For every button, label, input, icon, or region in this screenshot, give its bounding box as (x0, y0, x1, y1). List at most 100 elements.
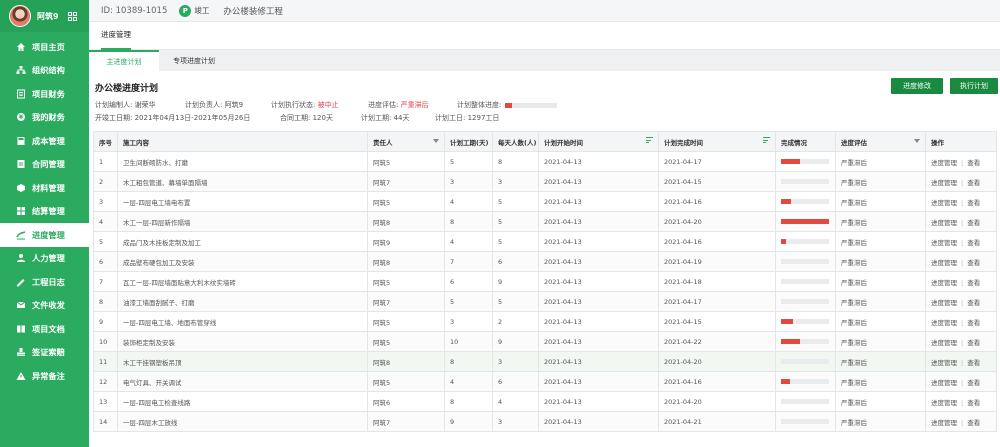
progress-manage-link[interactable]: 进度管理 (931, 179, 957, 187)
subnav-item-progress[interactable]: 进度管理 (101, 22, 131, 50)
col-header-start[interactable]: 计划开始时间 (538, 131, 659, 152)
col-header-eval[interactable]: 进度评估 (835, 131, 926, 152)
table-row[interactable]: 5 成品门及木挂板定制及加工 阿筑9 4 5 2021-04-13 2021-04-16 严重… (93, 231, 997, 252)
table-row[interactable]: 2 木工粗包管道、幕墙单面隔墙 阿筑7 3 3 2021-04-13 2021-04-15 严… (93, 171, 997, 192)
view-link[interactable]: 查看 (967, 359, 980, 367)
table-row[interactable]: 3 一层-四层电工墙电布置 阿筑5 4 5 2021-04-13 2021-04-16 严重滞… (93, 191, 997, 212)
progress-manage-link[interactable]: 进度管理 (931, 159, 957, 167)
progress-manage-link[interactable]: 进度管理 (931, 219, 957, 227)
row-start: 2021-04-13 (538, 291, 659, 312)
row-ops: 进度管理 | 查看 (925, 231, 997, 252)
view-link[interactable]: 查看 (967, 199, 980, 207)
row-eval: 严重滞后 (835, 311, 926, 332)
sidebar-item-3[interactable]: ¥ 我的财务 (0, 106, 89, 130)
completion-bar (781, 399, 829, 404)
row-no: 11 (93, 351, 118, 372)
row-no: 3 (93, 191, 118, 212)
sidebar-item-7[interactable]: 结算管理 (0, 200, 89, 224)
sidebar-item-2[interactable]: 项目财务 (0, 82, 89, 106)
sidebar-item-14[interactable]: 异常备注 (0, 364, 89, 388)
filter-icon[interactable] (433, 139, 439, 143)
progress-manage-link[interactable]: 进度管理 (931, 379, 957, 387)
row-completion (775, 351, 836, 372)
sidebar-item-4[interactable]: 成本管理 (0, 129, 89, 153)
row-person: 阿筑5 (367, 151, 445, 172)
table-row[interactable]: 8 油漆工墙面刮腻子、打磨 阿筑7 5 5 2021-04-13 2021-04-17 严重滞… (93, 291, 997, 312)
completion-bar (781, 379, 829, 384)
table-row[interactable]: 14 一层-四层木工放线 阿筑7 9 3 2021-04-13 2021-04-21 严重滞后… (93, 411, 997, 432)
row-days: 9 (444, 411, 493, 432)
view-link[interactable]: 查看 (967, 239, 980, 247)
table-row[interactable]: 12 电气灯具、开关调试 阿筑5 4 6 2021-04-13 2021-04-16 严重滞后… (93, 371, 997, 392)
sidebar-item-5[interactable]: 合同管理 (0, 153, 89, 177)
col-header-end[interactable]: 计划完成时间 (658, 131, 776, 152)
progress-manage-link[interactable]: 进度管理 (931, 199, 957, 207)
progress-manage-link[interactable]: 进度管理 (931, 399, 957, 407)
view-link[interactable]: 查看 (967, 339, 980, 347)
sidebar-item-8[interactable]: 进度管理 (0, 223, 89, 247)
col-header-person[interactable]: 责任人 (367, 131, 445, 152)
row-content: 成品门及木挂板定制及加工 (117, 231, 368, 252)
table-row[interactable]: 1 卫生间断砌防水、打磨 阿筑5 5 8 2021-04-13 2021-04-17 严重滞后… (93, 151, 997, 172)
progress-table: 序号 施工内容 责任人 计划工期(天) 每天人数(人) 计划开始时间 计划完成时… (93, 131, 997, 432)
view-link[interactable]: 查看 (967, 159, 980, 167)
row-person: 阿筑9 (367, 231, 445, 252)
wallet-icon: ¥ (16, 112, 26, 122)
row-completion (775, 251, 836, 272)
table-row[interactable]: 7 瓦工一层-四层墙面贴意大利木纹实墙砖 阿筑5 6 9 2021-04-13 2021-0… (93, 271, 997, 292)
sidebar-item-12[interactable]: 项目文档 (0, 317, 89, 341)
sort-icon[interactable] (763, 137, 770, 145)
view-link[interactable]: 查看 (967, 379, 980, 387)
table-row[interactable]: 11 木工干挂钢塑板吊顶 阿筑8 8 3 2021-04-13 2021-04-20 严重滞后… (93, 351, 997, 372)
sort-icon[interactable] (646, 137, 653, 145)
edit-progress-button[interactable]: 进度修改 (891, 78, 943, 94)
progress-manage-link[interactable]: 进度管理 (931, 279, 957, 287)
row-person: 阿筑5 (367, 271, 445, 292)
row-start: 2021-04-13 (538, 371, 659, 392)
switch-icon[interactable] (67, 11, 78, 21)
overall-progress-label: 计划整体进度: (457, 101, 502, 109)
progress-manage-link[interactable]: 进度管理 (931, 319, 957, 327)
sidebar-item-10[interactable]: 工程日志 (0, 270, 89, 294)
row-start: 2021-04-13 (538, 331, 659, 352)
tab-main-plan[interactable]: 主进度计划 (89, 50, 159, 71)
table-row[interactable]: 6 成品壁布硬包加工及安装 阿筑8 7 6 2021-04-13 2021-04-19 严重滞… (93, 251, 997, 272)
row-content: 木工粗包管道、幕墙单面隔墙 (117, 171, 368, 192)
row-content: 木工一层-四层新作隔墙 (117, 211, 368, 232)
view-link[interactable]: 查看 (967, 279, 980, 287)
tab-special-plan[interactable]: 专项进度计划 (159, 50, 229, 71)
sidebar-item-9[interactable]: 人力管理 (0, 247, 89, 271)
progress-manage-link[interactable]: 进度管理 (931, 299, 957, 307)
table-row[interactable]: 9 一层-四层电工墙、地面布管穿线 阿筑5 3 2 2021-04-13 2021-04-1… (93, 311, 997, 332)
progress-manage-link[interactable]: 进度管理 (931, 259, 957, 267)
execute-plan-button[interactable]: 执行计划 (950, 78, 998, 94)
sidebar-item-0[interactable]: 项目主页 (0, 35, 89, 59)
sidebar: 阿筑9 项目主页 组织结构 项目财务 ¥ 我的财务 成本管理 合同管理 材料管理 结算管理 进度管… (0, 0, 89, 447)
completion-bar (781, 239, 829, 244)
progress-manage-link[interactable]: 进度管理 (931, 419, 957, 427)
col-header-eval-label: 进度评估 (841, 138, 867, 147)
view-link[interactable]: 查看 (967, 399, 980, 407)
table-row[interactable]: 10 装饰柜定制及安装 阿筑5 10 9 2021-04-13 2021-04-22 严重滞后… (93, 331, 997, 352)
view-link[interactable]: 查看 (967, 259, 980, 267)
view-link[interactable]: 查看 (967, 179, 980, 187)
view-link[interactable]: 查看 (967, 319, 980, 327)
table-row[interactable]: 4 木工一层-四层新作隔墙 阿筑8 8 5 2021-04-13 2021-04-20 严重滞… (93, 211, 997, 232)
row-eval: 严重滞后 (835, 251, 926, 272)
avatar[interactable] (9, 5, 31, 27)
sidebar-item-11[interactable]: 文件收发 (0, 294, 89, 318)
progress-manage-link[interactable]: 进度管理 (931, 239, 957, 247)
row-no: 10 (93, 331, 118, 352)
sidebar-item-13[interactable]: 签证索赔 (0, 341, 89, 365)
row-ops: 进度管理 | 查看 (925, 271, 997, 292)
sidebar-item-6[interactable]: 材料管理 (0, 176, 89, 200)
progress-manage-link[interactable]: 进度管理 (931, 339, 957, 347)
row-people: 3 (492, 351, 539, 372)
view-link[interactable]: 查看 (967, 419, 980, 427)
table-row[interactable]: 13 一层-四层电工检查线路 阿筑6 8 4 2021-04-13 2021-04-20 严重… (93, 391, 997, 412)
sidebar-item-1[interactable]: 组织结构 (0, 59, 89, 83)
view-link[interactable]: 查看 (967, 219, 980, 227)
view-link[interactable]: 查看 (967, 299, 980, 307)
filter-icon[interactable] (914, 139, 920, 143)
progress-manage-link[interactable]: 进度管理 (931, 359, 957, 367)
